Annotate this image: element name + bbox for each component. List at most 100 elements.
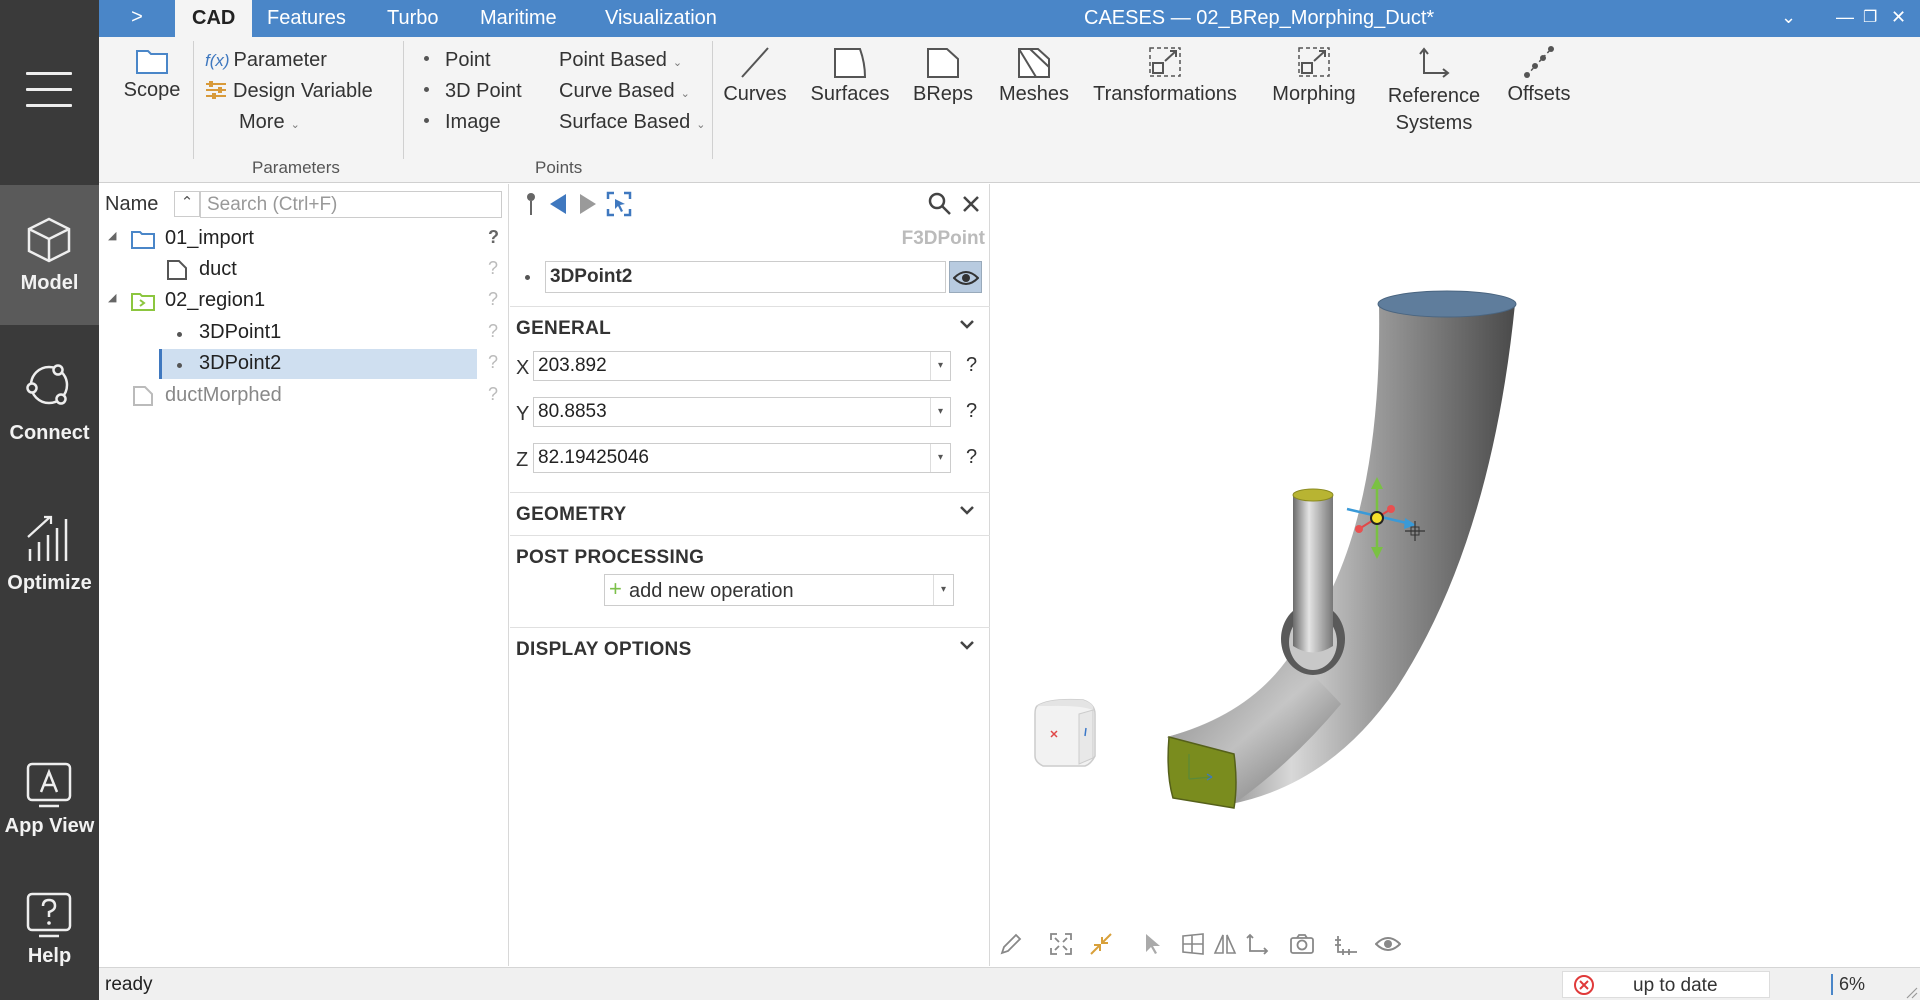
help-question-icon[interactable]: ?: [488, 289, 498, 310]
z-value-input[interactable]: [533, 443, 951, 473]
scope-button[interactable]: Scope: [117, 45, 187, 102]
breps-button[interactable]: BReps: [905, 45, 981, 106]
tree-item-01-import[interactable]: ◢ 01_import ?: [99, 224, 509, 254]
window-menu-chevron-icon[interactable]: ⌄: [1781, 0, 1796, 35]
offsets-button[interactable]: Offsets: [1499, 45, 1579, 106]
section-display-options[interactable]: DISPLAY OPTIONS: [510, 627, 990, 669]
pin-icon[interactable]: [523, 191, 539, 217]
y-value-input[interactable]: [533, 397, 951, 427]
duct-top-face[interactable]: [1377, 290, 1517, 318]
image-point-button[interactable]: Image: [424, 111, 501, 134]
tab-features[interactable]: Features: [250, 0, 363, 37]
surface-based-dropdown[interactable]: Surface Based ⌄: [559, 111, 705, 134]
curve-based-dropdown[interactable]: Curve Based ⌄: [559, 80, 690, 103]
select-in-view-icon[interactable]: [606, 191, 632, 217]
surfaces-button[interactable]: Surfaces: [805, 45, 895, 106]
close-icon[interactable]: [962, 195, 980, 213]
tab-turbo[interactable]: Turbo: [370, 0, 456, 37]
tree-item-3dpoint1[interactable]: 3DPoint1 ?: [99, 318, 509, 348]
camera-icon[interactable]: [1289, 932, 1315, 956]
z-label: Z: [516, 449, 529, 471]
grid-icon[interactable]: [1181, 932, 1205, 956]
dropdown-arrow-icon[interactable]: ▾: [933, 575, 953, 605]
sidebar-item-app-view[interactable]: App View: [0, 755, 99, 895]
3d-viewport[interactable]: [991, 184, 1920, 966]
minimize-icon[interactable]: —: [1836, 0, 1854, 35]
design-variable-button[interactable]: Design Variable: [205, 80, 373, 103]
sidebar-item-connect[interactable]: Connect: [0, 355, 99, 495]
tree-item-duct[interactable]: duct ?: [99, 255, 509, 285]
pencil-icon[interactable]: [999, 932, 1023, 956]
expand-chevron-icon[interactable]: >: [125, 6, 149, 29]
expand-triangle-icon[interactable]: ◢: [108, 229, 116, 242]
select-pointer-icon[interactable]: [1141, 932, 1165, 956]
help-question-icon[interactable]: ?: [488, 227, 499, 248]
expand-triangle-icon[interactable]: ◢: [108, 291, 116, 304]
sidebar-item-help[interactable]: Help: [0, 885, 99, 1000]
sort-chevron-up-icon[interactable]: ⌃: [174, 191, 200, 217]
tree-item-ductmorphed[interactable]: ductMorphed ?: [99, 381, 509, 411]
eye-icon[interactable]: [1375, 935, 1401, 953]
small-pipe-top-face[interactable]: [1292, 488, 1334, 502]
measure-icon[interactable]: [1333, 932, 1359, 956]
tree-item-3dpoint2[interactable]: 3DPoint2 ?: [99, 349, 509, 379]
transformations-button[interactable]: Transformations: [1087, 45, 1243, 106]
meshes-button[interactable]: Meshes: [993, 45, 1075, 106]
sidebar-item-model[interactable]: Model: [0, 185, 99, 325]
tree-header: Name ⌃: [99, 184, 509, 224]
restore-icon[interactable]: ❐: [1863, 0, 1877, 35]
help-question-icon[interactable]: ?: [488, 258, 498, 279]
help-question-icon[interactable]: ?: [966, 446, 977, 469]
x-value-input[interactable]: [533, 351, 951, 381]
help-question-icon[interactable]: ?: [488, 384, 498, 405]
reference-systems-button[interactable]: Reference Systems: [1379, 45, 1489, 137]
tree-item-02-region1[interactable]: ◢ 02_region1 ?: [99, 286, 509, 316]
dropdown-arrow-icon[interactable]: ▾: [930, 398, 950, 426]
search-icon[interactable]: [928, 192, 952, 216]
name-column-header[interactable]: Name: [105, 193, 158, 216]
add-operation-button[interactable]: + add new operation ▾: [604, 574, 954, 606]
help-question-icon[interactable]: ?: [966, 400, 977, 423]
help-question-icon[interactable]: ?: [488, 321, 498, 342]
zoom-fit-icon[interactable]: [1049, 932, 1073, 956]
back-arrow-icon[interactable]: [548, 192, 568, 216]
close-window-icon[interactable]: ✕: [1891, 0, 1906, 35]
axes-icon[interactable]: [1245, 932, 1269, 956]
duct-model[interactable]: [991, 184, 1920, 924]
3d-point-label: 3D Point: [445, 80, 522, 102]
visibility-toggle-button[interactable]: [949, 261, 982, 293]
function-icon: f(x): [205, 51, 230, 70]
tree-search-input[interactable]: [200, 191, 502, 218]
view-cube[interactable]: [1034, 698, 1096, 767]
region-folder-icon: [131, 293, 155, 311]
point-button[interactable]: Point: [424, 49, 491, 72]
point-based-dropdown[interactable]: Point Based ⌄: [559, 49, 682, 72]
parameter-button[interactable]: f(x) Parameter: [205, 49, 327, 72]
curves-button[interactable]: Curves: [717, 45, 793, 106]
section-geometry[interactable]: GEOMETRY: [510, 492, 990, 534]
tab-visualization[interactable]: Visualization: [588, 0, 734, 37]
morphing-button[interactable]: Morphing: [1259, 45, 1369, 106]
hamburger-menu-icon[interactable]: [26, 72, 72, 107]
object-name-input[interactable]: [545, 261, 946, 293]
dropdown-arrow-icon[interactable]: ▾: [930, 444, 950, 472]
resize-grip-icon[interactable]: [1904, 985, 1918, 999]
transform-icon: [1149, 47, 1181, 77]
mirror-icon[interactable]: [1213, 932, 1237, 956]
update-status-box[interactable]: up to date: [1562, 971, 1770, 998]
zoom-selection-icon[interactable]: [1089, 932, 1113, 956]
point-label: Point: [445, 49, 491, 71]
help-question-icon[interactable]: ?: [488, 352, 498, 373]
tab-maritime[interactable]: Maritime: [463, 0, 574, 37]
ribbon-toolbar: Scope f(x) Parameter Design Variable More…: [99, 37, 1920, 183]
sidebar-item-optimize[interactable]: Optimize: [0, 505, 99, 645]
small-pipe[interactable]: [1293, 495, 1333, 653]
dropdown-arrow-icon[interactable]: ▾: [930, 352, 950, 380]
gizmo-center-point[interactable]: [1370, 511, 1384, 525]
3d-point-button[interactable]: 3D Point: [424, 80, 522, 103]
help-question-icon[interactable]: ?: [966, 354, 977, 377]
more-parameters-button[interactable]: More ⌄: [239, 111, 300, 134]
tab-cad[interactable]: CAD: [175, 0, 253, 37]
section-general[interactable]: GENERAL: [510, 306, 990, 348]
forward-arrow-icon[interactable]: [578, 192, 598, 216]
